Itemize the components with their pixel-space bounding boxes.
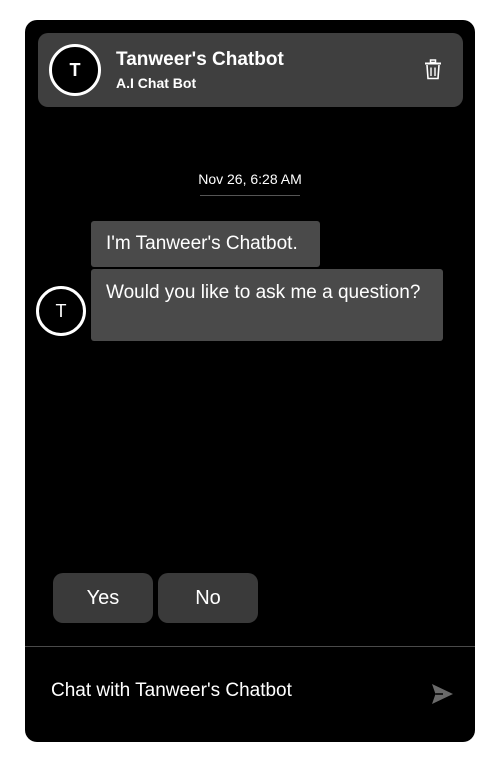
timestamp-divider <box>200 195 300 196</box>
bot-avatar: T <box>36 286 86 336</box>
bot-avatar-header: T <box>49 44 101 96</box>
chat-message-input[interactable] <box>51 673 421 709</box>
message-timestamp: Nov 26, 6:28 AM <box>198 171 302 187</box>
delete-conversation-button[interactable] <box>422 57 444 81</box>
send-icon <box>432 684 453 704</box>
composer-divider <box>25 646 475 647</box>
send-button[interactable] <box>428 680 456 708</box>
bot-message-bubble: Would you like to ask me a question? <box>91 269 443 341</box>
chatbot-title: Tanweer's Chatbot <box>116 49 284 70</box>
trash-icon <box>425 58 441 79</box>
quick-reply-yes-button[interactable]: Yes <box>53 573 153 623</box>
bot-message-bubble: I'm Tanweer's Chatbot. <box>91 221 320 267</box>
chat-widget: T Tanweer's Chatbot A.I Chat Bot Nov 26,… <box>25 20 475 742</box>
chatbot-subtitle: A.I Chat Bot <box>116 75 197 91</box>
chat-header: T Tanweer's Chatbot A.I Chat Bot <box>38 33 463 107</box>
quick-reply-no-button[interactable]: No <box>158 573 258 623</box>
